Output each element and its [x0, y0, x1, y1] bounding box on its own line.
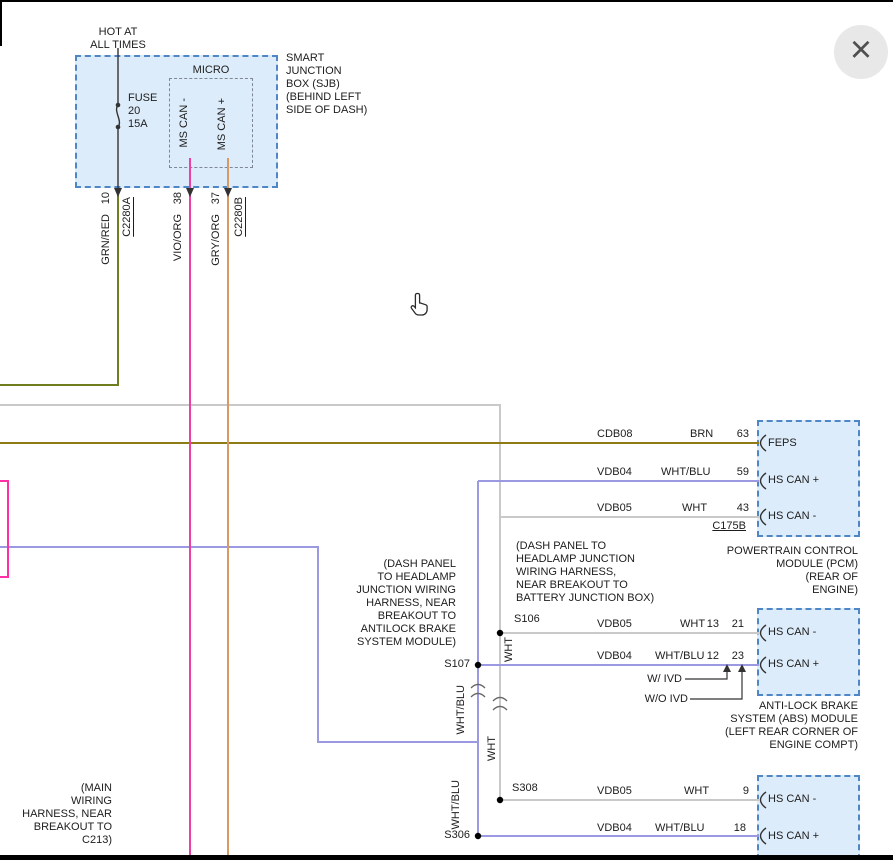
pin-number-13: 13 — [703, 618, 719, 631]
wire-color-gry-org: GRY/ORG — [210, 214, 222, 266]
vertical-wht-label-2: WHT — [486, 736, 498, 761]
abs-caption: ANTI-LOCK BRAKE SYSTEM (ABS) MODULE (LEF… — [698, 700, 858, 752]
window-frame-left — [0, 0, 2, 46]
connector-c2280a: C2280A — [121, 197, 133, 237]
splice-dots — [475, 630, 503, 839]
harness-note-s106: (DASH PANEL TO HEADLAMP JUNCTION WIRING … — [516, 540, 686, 605]
pin-number-59: 59 — [731, 466, 749, 479]
wire-color-wht-blu-abs: WHT/BLU — [655, 650, 705, 663]
pin-number-21: 21 — [728, 618, 744, 631]
hot-at-all-times-label: HOT AT ALL TIMES — [75, 26, 161, 52]
hand-cursor-icon — [406, 291, 432, 317]
pin-number-63: 63 — [731, 428, 749, 441]
splice-dot-s306 — [475, 833, 481, 839]
ms-can-minus-label: MS CAN - — [178, 98, 190, 148]
wire-color-grn-red: GRN/RED — [100, 214, 112, 265]
splice-label-s308: S308 — [512, 782, 538, 795]
connector-c2280b: C2280B — [233, 197, 245, 237]
pin-number-38: 38 — [172, 192, 184, 204]
wire-break-markers — [471, 685, 507, 711]
sjb-caption: SMART JUNCTION BOX (SJB) (BEHIND LEFT SI… — [286, 52, 367, 117]
wire-color-brn: BRN — [690, 428, 713, 441]
wire-color-vio-org: VIO/ORG — [172, 214, 184, 261]
splice-dot-s107 — [475, 662, 481, 668]
without-ivd-label: W/O IVD — [628, 693, 688, 706]
splice-label-s106: S106 — [514, 613, 540, 626]
ivd-arrows — [685, 671, 742, 699]
window-frame-top — [0, 0, 893, 2]
circuit-vdb05-b3: VDB05 — [597, 785, 632, 798]
micro-label: MICRO — [169, 64, 253, 77]
wht-blu-wire-network — [0, 481, 759, 836]
circuit-vdb05-pcm: VDB05 — [597, 502, 632, 515]
vertical-wht-label-1: WHT — [503, 637, 515, 662]
bottom-module-pin-hs-can-plus: HS CAN + — [768, 830, 819, 843]
abs-pin-hs-can-minus: HS CAN - — [768, 626, 816, 639]
wire-color-wht-blu-b3: WHT/BLU — [655, 822, 705, 835]
vertical-wht-blu-label-1: WHT/BLU — [455, 685, 467, 735]
pin-number-18: 18 — [730, 822, 746, 835]
wire-color-wht-pcm: WHT — [682, 502, 707, 515]
ms-can-plus-label: MS CAN + — [216, 98, 228, 150]
harness-note-main: (MAIN WIRING HARNESS, NEAR BREAKOUT TO C… — [16, 782, 112, 847]
pcm-pin-hs-can-plus: HS CAN + — [768, 474, 819, 487]
circuit-vdb04-abs: VDB04 — [597, 650, 632, 663]
splice-dot-s308 — [497, 797, 503, 803]
close-icon: × — [850, 31, 872, 69]
pink-module-outline — [0, 481, 8, 577]
pin-number-9: 9 — [733, 785, 749, 798]
bottom-module-pin-hs-can-minus: HS CAN - — [768, 793, 816, 806]
pin-number-37: 37 — [210, 192, 222, 204]
circuit-cdb08: CDB08 — [597, 428, 632, 441]
pcm-pin-feps: FEPS — [768, 437, 797, 450]
connector-c175b: C175B — [700, 520, 746, 533]
with-ivd-label: W/ IVD — [628, 673, 682, 686]
circuit-vdb04-pcm: VDB04 — [597, 466, 632, 479]
fuse-terminal-bottom — [116, 125, 121, 130]
window-frame-bottom — [0, 855, 893, 860]
abs-pin-hs-can-plus: HS CAN + — [768, 658, 819, 671]
pin-number-12: 12 — [703, 650, 719, 663]
splice-dot-s106 — [497, 630, 503, 636]
fuse-label: FUSE 20 15A — [128, 92, 157, 131]
circuit-vdb04-b3: VDB04 — [597, 822, 632, 835]
close-button[interactable]: × — [834, 25, 888, 79]
pin-number-10: 10 — [100, 192, 112, 204]
pcm-pin-hs-can-minus: HS CAN - — [768, 510, 816, 523]
fuse-terminal-top — [116, 103, 121, 108]
wire-color-wht-blu-pcm: WHT/BLU — [661, 466, 711, 479]
pin-brackets — [761, 435, 767, 844]
pin-number-23: 23 — [728, 650, 744, 663]
circuit-vdb05-abs: VDB05 — [597, 618, 632, 631]
wire-color-wht-b3: WHT — [684, 785, 709, 798]
harness-note-s107: (DASH PANEL TO HEADLAMP JUNCTION WIRING … — [316, 558, 456, 649]
pcm-caption: POWERTRAIN CONTROL MODULE (PCM) (REAR OF… — [698, 545, 858, 597]
wiring-diagram-viewer[interactable]: HOT AT ALL TIMES FUSE 20 15A MICRO MS CA… — [0, 0, 893, 860]
splice-label-s107: S107 — [426, 658, 470, 671]
vertical-wht-blu-label-2: WHT/BLU — [450, 780, 462, 830]
splice-label-s306: S306 — [426, 829, 470, 842]
wire-color-wht-abs: WHT — [680, 618, 705, 631]
fuse-symbol — [117, 48, 120, 188]
pin-number-43: 43 — [731, 502, 749, 515]
